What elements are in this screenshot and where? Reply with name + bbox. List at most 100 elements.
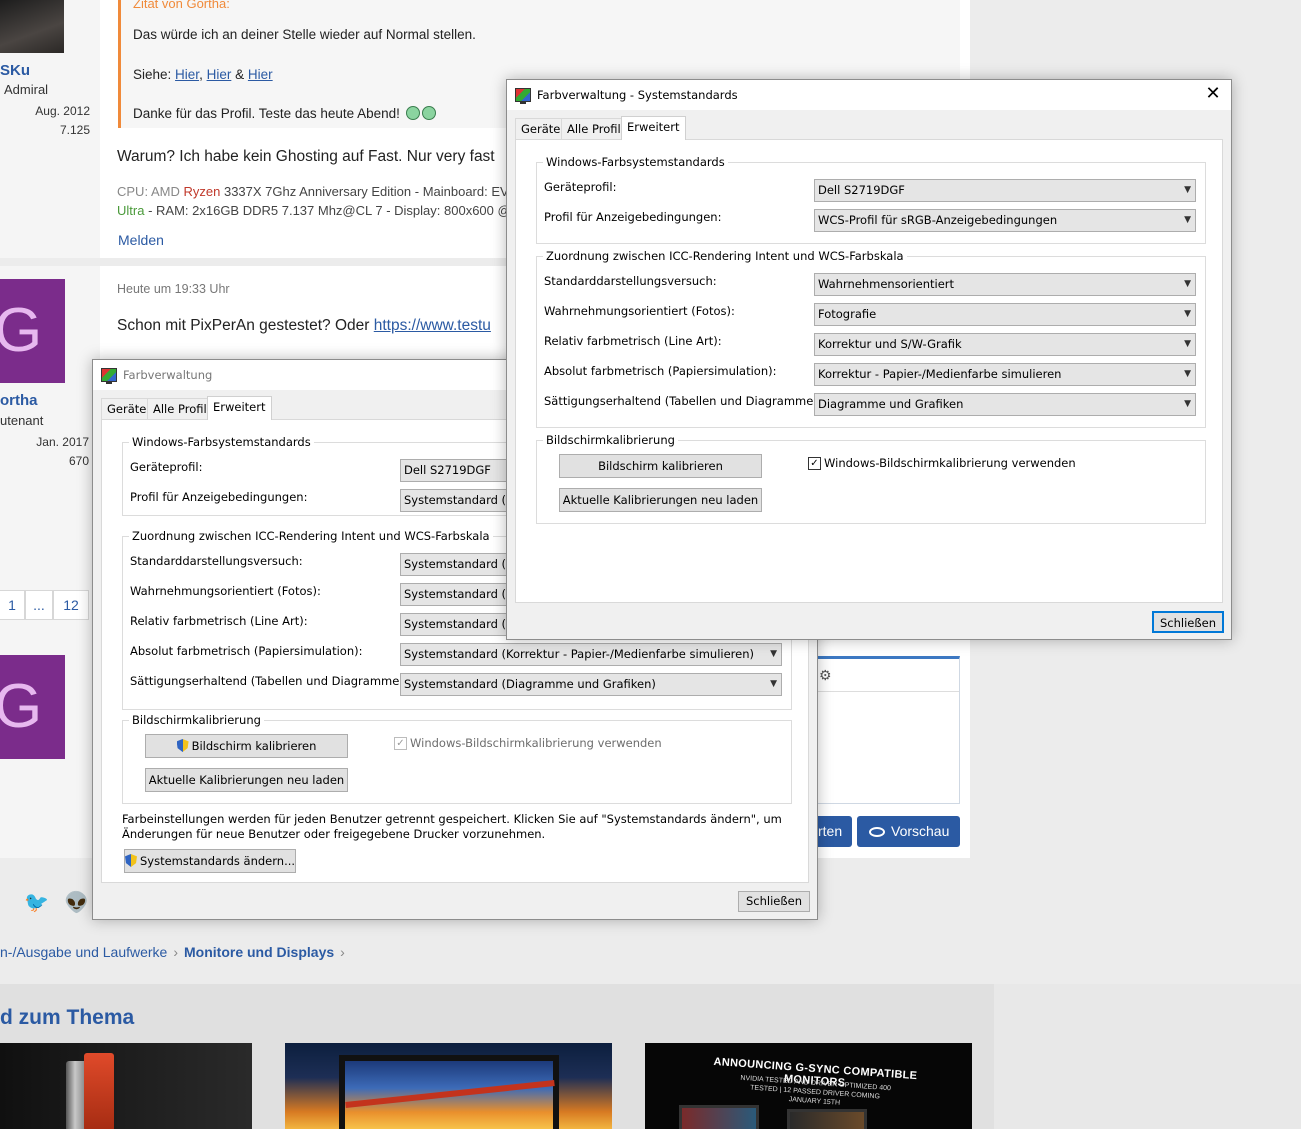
mapping-select[interactable]: Fotografie ▼ <box>814 303 1196 326</box>
sig-rest: - RAM: 2x16GB DDR5 7.137 Mhz@CL 7 - Disp… <box>148 203 524 218</box>
windows-calibration-checkbox[interactable]: ✓ <box>808 457 821 470</box>
page-button[interactable]: 12 <box>53 590 89 620</box>
close-icon[interactable]: ✕ <box>1203 84 1223 104</box>
user-rank: utenant <box>0 413 44 428</box>
user-posts: 7.125 <box>59 123 90 137</box>
mapping-label: Absolut farbmetrisch (Papiersimulation): <box>544 364 777 378</box>
twitter-icon[interactable]: 🐦 <box>24 890 49 915</box>
title-bar[interactable]: Farbverwaltung - Systemstandards ✕ <box>507 80 1231 110</box>
uac-shield-icon <box>176 739 189 752</box>
signature-line-1: CPU: AMD Ryzen 3337X 7Ghz Anniversary Ed… <box>117 184 519 199</box>
device-profile-select[interactable]: Dell S2719DGF ▼ <box>814 179 1196 202</box>
reddit-icon[interactable]: 👽 <box>64 890 89 915</box>
mapping-select[interactable]: Diagramme und Grafiken ▼ <box>814 393 1196 416</box>
username[interactable]: ortha <box>0 392 38 409</box>
viewing-conditions-label: Profil für Anzeigebedingungen: <box>544 210 722 224</box>
select-value: Dell S2719DGF <box>404 463 491 477</box>
group-calibration: Bildschirmkalibrierung Bildschirm kalibr… <box>536 433 1206 524</box>
mapping-select[interactable]: Korrektur - Papier-/Medienfarbe simulier… <box>814 363 1196 386</box>
select-value: Dell S2719DGF <box>818 183 905 197</box>
device-profile-label: Geräteprofil: <box>544 180 617 194</box>
mapping-select[interactable]: Systemstandard (Diagramme und Grafiken) ▼ <box>400 673 782 696</box>
user-joined: Aug. 2012 <box>35 104 90 118</box>
change-system-defaults-button[interactable]: Systemstandards ändern... <box>124 849 296 873</box>
sig-ryzen: Ryzen <box>183 184 221 199</box>
tab-advanced[interactable]: Erweitert <box>621 116 686 140</box>
save-draft-button[interactable]: rten <box>812 816 852 847</box>
avatar[interactable]: G <box>0 655 65 759</box>
select-value: Systemstandard (Fo <box>404 587 520 601</box>
post-text-prefix: Schon mit PixPerAn gestestet? Oder <box>117 317 370 334</box>
breadcrumb-item[interactable]: n-/Ausgabe und Laufwerke <box>0 944 167 960</box>
dialog-title: Farbverwaltung - Systemstandards <box>537 88 738 102</box>
reply-editor[interactable]: ⚙ <box>812 656 960 804</box>
windows-calibration-checkbox[interactable]: ✓ <box>394 737 407 750</box>
button-label: Systemstandards ändern... <box>140 854 296 868</box>
quote-thanks-text: Danke für das Profil. Teste das heute Ab… <box>133 106 400 121</box>
preview-label: Vorschau <box>891 823 950 839</box>
related-thumbnail[interactable] <box>0 1043 252 1129</box>
system-defaults-dialog[interactable]: Farbverwaltung - Systemstandards ✕ Gerät… <box>506 79 1232 640</box>
emoji-icon <box>405 106 420 120</box>
select-value: Systemstandard (Korrektur - Papier-/Medi… <box>404 647 754 661</box>
chevron-down-icon: ▼ <box>770 679 777 689</box>
button-label: Bildschirm kalibrieren <box>191 739 317 753</box>
group-system-defaults: Windows-Farbsystemstandards Geräteprofil… <box>536 155 1206 244</box>
page-button[interactable]: ... <box>25 590 53 620</box>
related-heading: d zum Thema <box>0 1006 135 1029</box>
username[interactable]: SKu <box>0 62 30 79</box>
report-link[interactable]: Melden <box>118 232 164 248</box>
quote-link[interactable]: Hier <box>248 67 273 82</box>
gear-icon[interactable]: ⚙ <box>819 667 832 684</box>
post-text: Warum? Ich habe kein Ghosting auf Fast. … <box>117 148 495 165</box>
close-button[interactable]: Schließen <box>1152 611 1224 633</box>
calibrate-display-button[interactable]: Bildschirm kalibrieren <box>559 454 762 478</box>
preview-button[interactable]: Vorschau <box>857 816 960 847</box>
tab-devices[interactable]: Geräte <box>515 118 567 140</box>
select-value: Systemstandard (W <box>404 493 518 507</box>
close-button[interactable]: Schließen <box>738 891 810 912</box>
related-thumbnail[interactable] <box>285 1043 612 1129</box>
select-value: Wahrnehmensorientiert <box>818 277 955 291</box>
user-posts: 670 <box>68 454 89 468</box>
sig-rest: 3337X 7Ghz Anniversary Edition - Mainboa… <box>223 184 519 199</box>
chevron-down-icon: ▼ <box>1184 279 1191 289</box>
reload-calibrations-button[interactable]: Aktuelle Kalibrierungen neu laden <box>559 488 762 512</box>
sig-cpu-label: CPU: <box>117 184 149 199</box>
mapping-select[interactable]: Korrektur und S/W-Grafik ▼ <box>814 333 1196 356</box>
quote-link[interactable]: Hier <box>175 67 199 82</box>
quote-line: Das würde ich an deiner Stelle wieder au… <box>133 27 476 42</box>
avatar[interactable]: G <box>0 279 65 383</box>
chevron-down-icon: ▼ <box>1184 339 1191 349</box>
group-title: Bildschirmkalibrierung <box>129 713 264 727</box>
dialog-title: Farbverwaltung <box>123 368 213 382</box>
group-calibration: Bildschirmkalibrierung Bildschirm kalibr… <box>122 713 792 804</box>
select-value: Diagramme und Grafiken <box>818 397 964 411</box>
chevron-down-icon: ▼ <box>1184 185 1191 195</box>
breadcrumb-item-current[interactable]: Monitore und Displays <box>184 944 334 960</box>
avatar[interactable] <box>0 0 64 53</box>
quote-header[interactable]: Zitat von Gortha: <box>133 0 230 11</box>
mapping-label: Standarddarstellungsversuch: <box>544 274 717 288</box>
select-value: Fotografie <box>818 307 877 321</box>
mapping-label: Relativ farbmetrisch (Line Art): <box>544 334 722 348</box>
tab-advanced[interactable]: Erweitert <box>207 396 272 420</box>
page-button[interactable]: 1 <box>0 590 25 620</box>
quote-links: Siehe: Hier, Hier & Hier <box>133 67 273 82</box>
calibrate-display-button[interactable]: Bildschirm kalibrieren <box>145 734 348 758</box>
phone-image <box>84 1053 114 1129</box>
post-link[interactable]: https://www.testu <box>374 317 491 334</box>
tab-devices[interactable]: Geräte <box>101 398 153 420</box>
mapping-label: Relativ farbmetrisch (Line Art): <box>130 614 308 628</box>
group-title: Zuordnung zwischen ICC-Rendering Intent … <box>129 529 493 543</box>
reload-calibrations-button[interactable]: Aktuelle Kalibrierungen neu laden <box>145 768 348 792</box>
select-value: Systemstandard (Diagramme und Grafiken) <box>404 677 656 691</box>
post-date: Heute um 19:33 Uhr <box>117 282 230 296</box>
viewing-conditions-select[interactable]: WCS-Profil für sRGB-Anzeigebedingungen ▼ <box>814 209 1196 232</box>
related-thumbnail[interactable]: ANNOUNCING G-SYNC COMPATIBLE MONITORS NV… <box>645 1043 972 1129</box>
quote-link[interactable]: Hier <box>207 67 232 82</box>
monitor-image <box>679 1105 759 1129</box>
mapping-select[interactable]: Systemstandard (Korrektur - Papier-/Medi… <box>400 643 782 666</box>
mapping-select[interactable]: Wahrnehmensorientiert ▼ <box>814 273 1196 296</box>
siehe-label: Siehe: <box>133 67 172 82</box>
